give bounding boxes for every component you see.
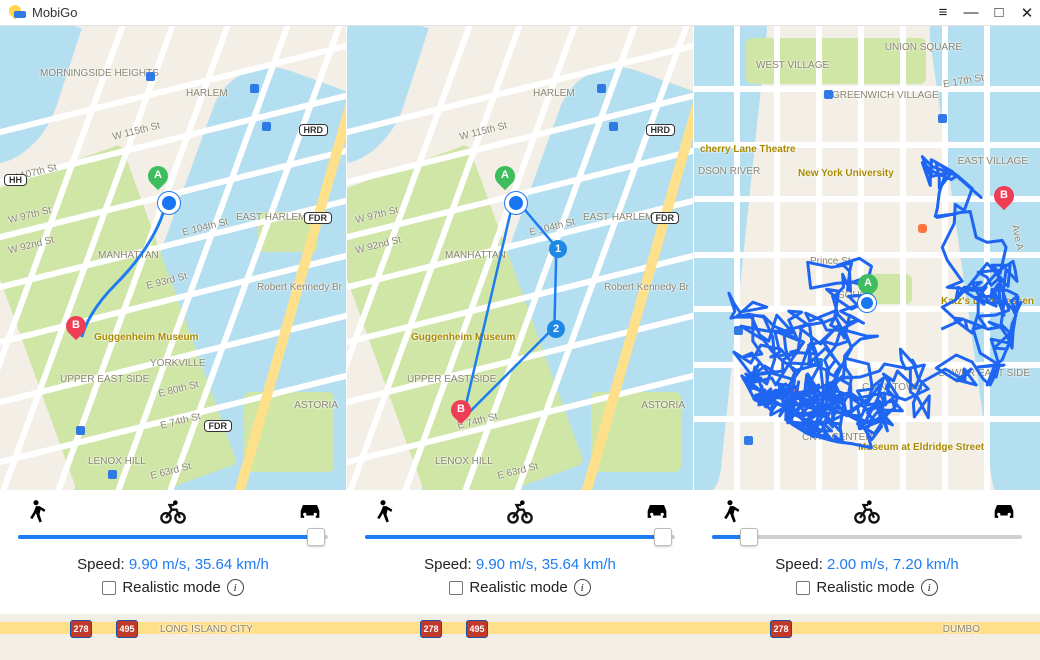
bottom-map-strip: 278 495 LONG ISLAND CITY 278 495 278 DUM… [0, 614, 1040, 660]
close-button[interactable]: ✕ [1020, 4, 1034, 22]
title-bar: MobiGo ≡ — □ ✕ [0, 0, 1040, 26]
panel-3: WEST VILLAGE GREENWICH VILLAGE EAST VILL… [694, 26, 1040, 614]
current-location-dot [505, 192, 527, 214]
interstate-shield: 278 [420, 620, 442, 638]
map-label: New York University [798, 168, 894, 179]
interstate-shield: 495 [466, 620, 488, 638]
hamburger-icon[interactable]: ≡ [936, 4, 950, 21]
current-location-dot [158, 192, 180, 214]
speed-slider[interactable] [18, 528, 328, 546]
app-logo-icon [6, 3, 26, 23]
walk-icon[interactable] [22, 498, 50, 526]
realistic-checkbox[interactable] [796, 581, 810, 595]
speed-readout: Speed: 9.90 m/s, 35.64 km/h [424, 556, 616, 573]
minimize-button[interactable]: — [964, 4, 978, 21]
car-icon[interactable] [296, 498, 324, 526]
marker-b[interactable]: B [994, 186, 1014, 212]
realistic-label: Realistic mode [469, 579, 567, 596]
interstate-shield: 495 [116, 620, 138, 638]
road-shield: FDR [304, 212, 333, 224]
info-icon[interactable]: i [574, 579, 591, 596]
waypoint-1[interactable]: 1 [549, 240, 567, 258]
map-3[interactable]: WEST VILLAGE GREENWICH VILLAGE EAST VILL… [694, 26, 1040, 490]
marker-b[interactable]: B [66, 316, 86, 342]
interstate-shield: 278 [70, 620, 92, 638]
speed-readout: Speed: 9.90 m/s, 35.64 km/h [77, 556, 269, 573]
realistic-checkbox[interactable] [102, 581, 116, 595]
walk-icon[interactable] [369, 498, 397, 526]
map-label: Museum at Eldridge Street [858, 442, 984, 453]
map-2[interactable]: HARLEM EAST HARLEM MANHATTAN UPPER EAST … [347, 26, 693, 490]
marker-a[interactable]: A [495, 166, 515, 192]
bike-icon[interactable] [853, 498, 881, 526]
bike-icon[interactable] [159, 498, 187, 526]
controls-2: Speed: 9.90 m/s, 35.64 km/h Realistic mo… [347, 490, 693, 614]
interstate-shield: 278 [770, 620, 792, 638]
speed-slider[interactable] [712, 528, 1022, 546]
app-title: MobiGo [32, 5, 78, 20]
speed-slider[interactable] [365, 528, 675, 546]
road-shield: FDR [651, 212, 680, 224]
road-shield: HRD [299, 124, 329, 136]
info-icon[interactable]: i [921, 579, 938, 596]
controls-3: Speed: 2.00 m/s, 7.20 km/h Realistic mod… [694, 490, 1040, 614]
panel-1: MORNINGSIDE HEIGHTS HARLEM EAST HARLEM M… [0, 26, 347, 614]
info-icon[interactable]: i [227, 579, 244, 596]
map-1[interactable]: MORNINGSIDE HEIGHTS HARLEM EAST HARLEM M… [0, 26, 346, 490]
maximize-button[interactable]: □ [992, 4, 1006, 21]
walk-icon[interactable] [716, 498, 744, 526]
car-icon[interactable] [990, 498, 1018, 526]
window-controls: ≡ — □ ✕ [936, 4, 1034, 22]
speed-readout: Speed: 2.00 m/s, 7.20 km/h [775, 556, 958, 573]
realistic-label: Realistic mode [122, 579, 220, 596]
waypoint-2[interactable]: 2 [547, 320, 565, 338]
marker-a[interactable]: A [148, 166, 168, 192]
realistic-label: Realistic mode [816, 579, 914, 596]
controls-1: Speed: 9.90 m/s, 35.64 km/h Realistic mo… [0, 490, 346, 614]
current-location-dot [858, 294, 876, 312]
panel-2: HARLEM EAST HARLEM MANHATTAN UPPER EAST … [347, 26, 694, 614]
road-shield: HRD [646, 124, 676, 136]
road-shield: FDR [204, 420, 233, 432]
map-label: CHINATOWN [862, 382, 923, 393]
panels-row: MORNINGSIDE HEIGHTS HARLEM EAST HARLEM M… [0, 26, 1040, 614]
bike-icon[interactable] [506, 498, 534, 526]
car-icon[interactable] [643, 498, 671, 526]
road-shield: HH [4, 174, 27, 186]
realistic-checkbox[interactable] [449, 581, 463, 595]
marker-b[interactable]: B [451, 400, 471, 426]
